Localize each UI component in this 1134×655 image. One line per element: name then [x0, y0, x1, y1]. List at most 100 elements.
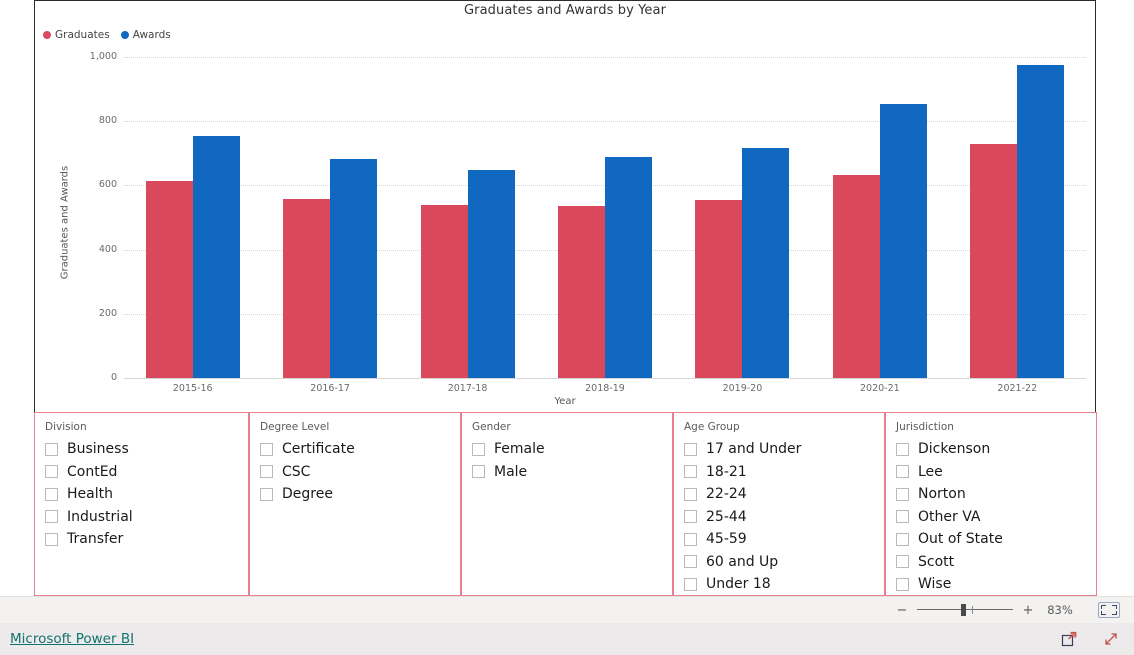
slicer-options-list: Dickenson Lee Norton Other VA Out of State Sc… — [896, 438, 1086, 596]
checkbox-icon[interactable] — [896, 577, 909, 591]
slicer-option[interactable]: 22-24 — [684, 483, 874, 506]
slicer-option[interactable]: 45-59 — [684, 528, 874, 551]
checkbox-icon[interactable] — [896, 510, 909, 524]
zoom-slider[interactable] — [917, 603, 1013, 617]
slicer-option-label: Other VA — [918, 508, 981, 525]
slicer-option[interactable]: Dickenson — [896, 438, 1086, 461]
zoom-slider-thumb[interactable] — [961, 604, 966, 616]
slicer-option[interactable]: Industrial — [45, 506, 238, 529]
bar-graduates-2018-19[interactable] — [557, 205, 605, 378]
slicer-option-label: Female — [494, 441, 545, 458]
bar-awards-2015-16[interactable] — [192, 135, 240, 378]
slicer-option[interactable]: 18-21 — [684, 461, 874, 484]
checkbox-icon[interactable] — [45, 510, 58, 524]
x-axis-tick-label: 2016-17 — [310, 383, 350, 394]
checkbox-icon[interactable] — [684, 465, 697, 479]
slicer-option[interactable]: ContEd — [45, 461, 238, 484]
slicer-degree-level[interactable]: Degree Level Certificate CSC Degree — [249, 412, 461, 596]
checkbox-icon[interactable] — [45, 442, 58, 456]
bar-graduates-2020-21[interactable] — [832, 174, 880, 378]
slicer-options-list: 17 and Under 18-21 22-24 25-44 45-59 60 and U… — [684, 438, 874, 596]
slicer-option[interactable]: Scott — [896, 551, 1086, 574]
checkbox-icon[interactable] — [896, 487, 909, 501]
checkbox-icon[interactable] — [896, 465, 909, 479]
checkbox-icon[interactable] — [684, 510, 697, 524]
slicer-option-label: ContEd — [67, 463, 118, 480]
bar-group — [124, 57, 261, 378]
bar-graduates-2019-20[interactable] — [695, 199, 743, 378]
fullscreen-icon[interactable] — [1102, 630, 1120, 648]
slicer-option-label: Degree — [282, 486, 333, 503]
slicer-option[interactable]: Wise — [896, 573, 1086, 596]
slicer-option-label: Dickenson — [918, 441, 991, 458]
checkbox-icon[interactable] — [684, 577, 697, 591]
bar-graduates-2017-18[interactable] — [420, 204, 468, 378]
report-canvas: Graduates and Awards by Year Graduates Aw… — [0, 0, 1134, 596]
fit-to-page-icon[interactable] — [1098, 602, 1120, 618]
slicer-title: Age Group — [684, 421, 740, 433]
slicer-option[interactable]: 25-44 — [684, 506, 874, 529]
graduates-awards-chart[interactable]: Graduates and Awards by Year Graduates Aw… — [34, 0, 1096, 414]
slicer-option[interactable]: Male — [472, 461, 662, 484]
checkbox-icon[interactable] — [896, 442, 909, 456]
checkbox-icon[interactable] — [45, 487, 58, 501]
bar-awards-2019-20[interactable] — [742, 147, 790, 378]
slicer-option[interactable]: Degree — [260, 483, 450, 506]
slicer-option[interactable]: Under 18 — [684, 573, 874, 596]
checkbox-icon[interactable] — [896, 555, 909, 569]
slicer-option[interactable]: CSC — [260, 461, 450, 484]
checkbox-icon[interactable] — [472, 442, 485, 456]
share-icon[interactable] — [1060, 630, 1078, 648]
slicer-option-label: 18-21 — [706, 463, 747, 480]
checkbox-icon[interactable] — [472, 465, 485, 479]
checkbox-icon[interactable] — [896, 532, 909, 546]
slicer-option[interactable]: Out of State — [896, 528, 1086, 551]
slicer-option[interactable]: Certificate — [260, 438, 450, 461]
checkbox-icon[interactable] — [684, 442, 697, 456]
checkbox-icon[interactable] — [684, 487, 697, 501]
slicer-option-label: 17 and Under — [706, 441, 802, 458]
chart-plot-area: 0 200 400 600 800 1,000 Graduates and Awards … — [35, 1, 1095, 413]
slicer-option-label: Norton — [918, 486, 966, 503]
bar-graduates-2021-22[interactable] — [970, 144, 1018, 378]
bar-graduates-2016-17[interactable] — [283, 198, 331, 378]
checkbox-icon[interactable] — [260, 465, 273, 479]
slicer-age-group[interactable]: Age Group 17 and Under 18-21 22-24 25-44 45-5… — [673, 412, 885, 596]
zoom-out-button[interactable]: − — [896, 604, 908, 617]
bar-graduates-2015-16[interactable] — [145, 180, 193, 378]
slicer-option[interactable]: Female — [472, 438, 662, 461]
checkbox-icon[interactable] — [45, 465, 58, 479]
zoom-slider-tick — [972, 606, 973, 614]
bar-awards-2020-21[interactable] — [879, 104, 927, 378]
checkbox-icon[interactable] — [260, 442, 273, 456]
x-axis-tick-label: 2018-19 — [585, 383, 625, 394]
fit-corner-tr — [1112, 605, 1117, 609]
slicer-option[interactable]: Lee — [896, 461, 1086, 484]
bar-awards-2021-22[interactable] — [1017, 65, 1065, 378]
checkbox-icon[interactable] — [260, 487, 273, 501]
slicer-gender[interactable]: Gender Female Male — [461, 412, 673, 596]
checkbox-icon[interactable] — [684, 555, 697, 569]
report-footer: Microsoft Power BI — [0, 623, 1134, 655]
slicer-title: Degree Level — [260, 421, 330, 433]
bar-group — [811, 57, 948, 378]
slicer-option[interactable]: 60 and Up — [684, 551, 874, 574]
slicer-option[interactable]: Transfer — [45, 528, 238, 551]
bar-awards-2018-19[interactable] — [604, 157, 652, 378]
slicer-option[interactable]: 17 and Under — [684, 438, 874, 461]
slicer-option[interactable]: Health — [45, 483, 238, 506]
slicer-option[interactable]: Norton — [896, 483, 1086, 506]
powerbi-brand-link[interactable]: Microsoft Power BI — [10, 631, 134, 647]
slicer-option[interactable]: Business — [45, 438, 238, 461]
slicer-division[interactable]: Division Business ContEd Health Industrial Tr… — [34, 412, 249, 596]
checkbox-icon[interactable] — [45, 532, 58, 546]
slicer-option[interactable]: Other VA — [896, 506, 1086, 529]
bar-awards-2017-18[interactable] — [467, 170, 515, 378]
zoom-in-button[interactable]: + — [1022, 604, 1034, 617]
checkbox-icon[interactable] — [684, 532, 697, 546]
bar-awards-2016-17[interactable] — [330, 159, 378, 378]
slicer-jurisdiction[interactable]: Jurisdiction Dickenson Lee Norton Other VA Ou… — [885, 412, 1097, 596]
y-axis-title: Graduates and Awards — [59, 165, 71, 280]
slicer-option-label: CSC — [282, 463, 311, 480]
slicer-option-label: Health — [67, 486, 113, 503]
